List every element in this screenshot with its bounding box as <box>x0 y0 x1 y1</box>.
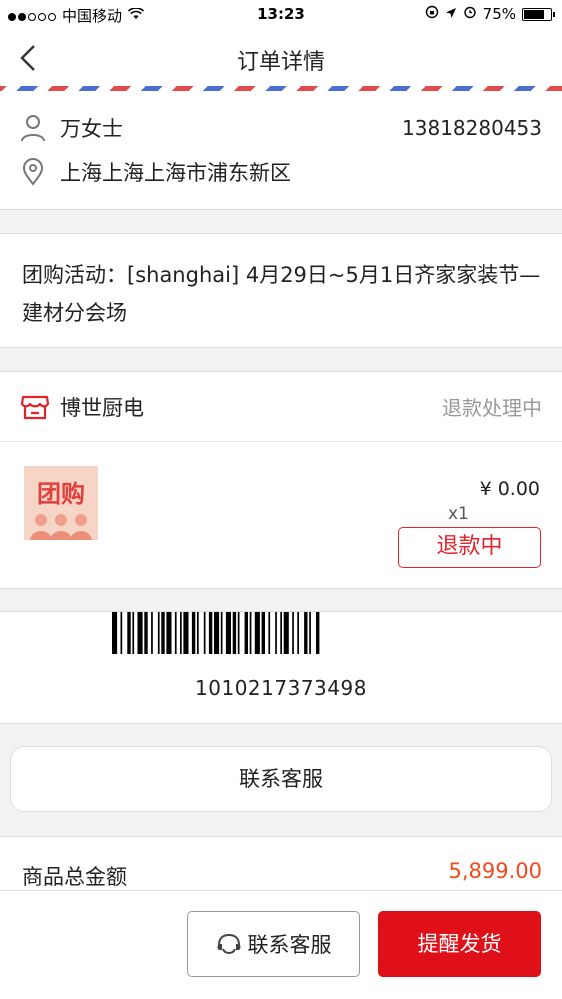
contact-service-button[interactable]: 联系客服 <box>10 746 552 812</box>
recipient-name: 万女士 <box>60 117 123 141</box>
barcode-number: 1010217373498 <box>195 676 367 700</box>
shop-order-card: 博世厨电 退款处理中 团购 ¥ 0.00 x1 退款中 <box>0 371 562 589</box>
status-bar: 中国移动 13:23 75% <box>0 0 562 30</box>
product-thumbnail: 团购 <box>24 466 98 540</box>
total-label: 商品总金额 <box>22 865 127 889</box>
product-item[interactable]: 团购 ¥ 0.00 x1 退款中 <box>0 442 562 588</box>
location-icon <box>445 5 457 23</box>
recipient-phone: 13818280453 <box>402 116 542 140</box>
barcode-section: 1010217373498 <box>0 611 562 724</box>
store-icon <box>20 395 50 419</box>
headset-icon <box>217 933 240 955</box>
rotation-lock-icon <box>425 5 439 23</box>
refund-status: 退款处理中 <box>442 396 542 420</box>
map-pin-icon <box>22 158 44 186</box>
shipping-address: 万女士 13818280453 上海上海上海市浦东新区 <box>0 91 562 210</box>
page-title: 订单详情 <box>236 50 325 75</box>
total-value: 5,899.00 <box>448 859 542 883</box>
battery-icon <box>522 7 555 21</box>
shop-name: 博世厨电 <box>60 395 144 420</box>
barcode-image <box>112 612 320 654</box>
product-price: ¥ 0.00 <box>479 478 540 500</box>
shop-header[interactable]: 博世厨电 退款处理中 <box>0 372 562 442</box>
customer-service-label: 联系客服 <box>247 933 332 957</box>
product-quantity: x1 <box>448 504 469 524</box>
group-buy-activity: 团购活动：[shanghai] 4月29日~5月1日齐家家装节—建材分会场 <box>0 233 562 348</box>
remind-shipping-button[interactable]: 提醒发货 <box>378 911 541 977</box>
navigation-bar: 订单详情 <box>0 30 562 86</box>
total-amount-row: 商品总金额 5,899.00 <box>0 836 562 890</box>
customer-service-button[interactable]: 联系客服 <box>187 911 360 977</box>
recipient-address: 上海上海上海市浦东新区 <box>60 161 291 185</box>
battery-percent: 75% <box>482 5 516 23</box>
group-buy-text: 团购活动：[shanghai] 4月29日~5月1日齐家家装节—建材分会场 <box>22 263 541 325</box>
alarm-icon <box>463 5 477 23</box>
refund-button[interactable]: 退款中 <box>398 527 541 568</box>
thumbnail-label: 团购 <box>37 480 85 508</box>
bottom-action-bar: 联系客服 提醒发货 <box>0 890 562 999</box>
person-icon <box>21 115 45 142</box>
